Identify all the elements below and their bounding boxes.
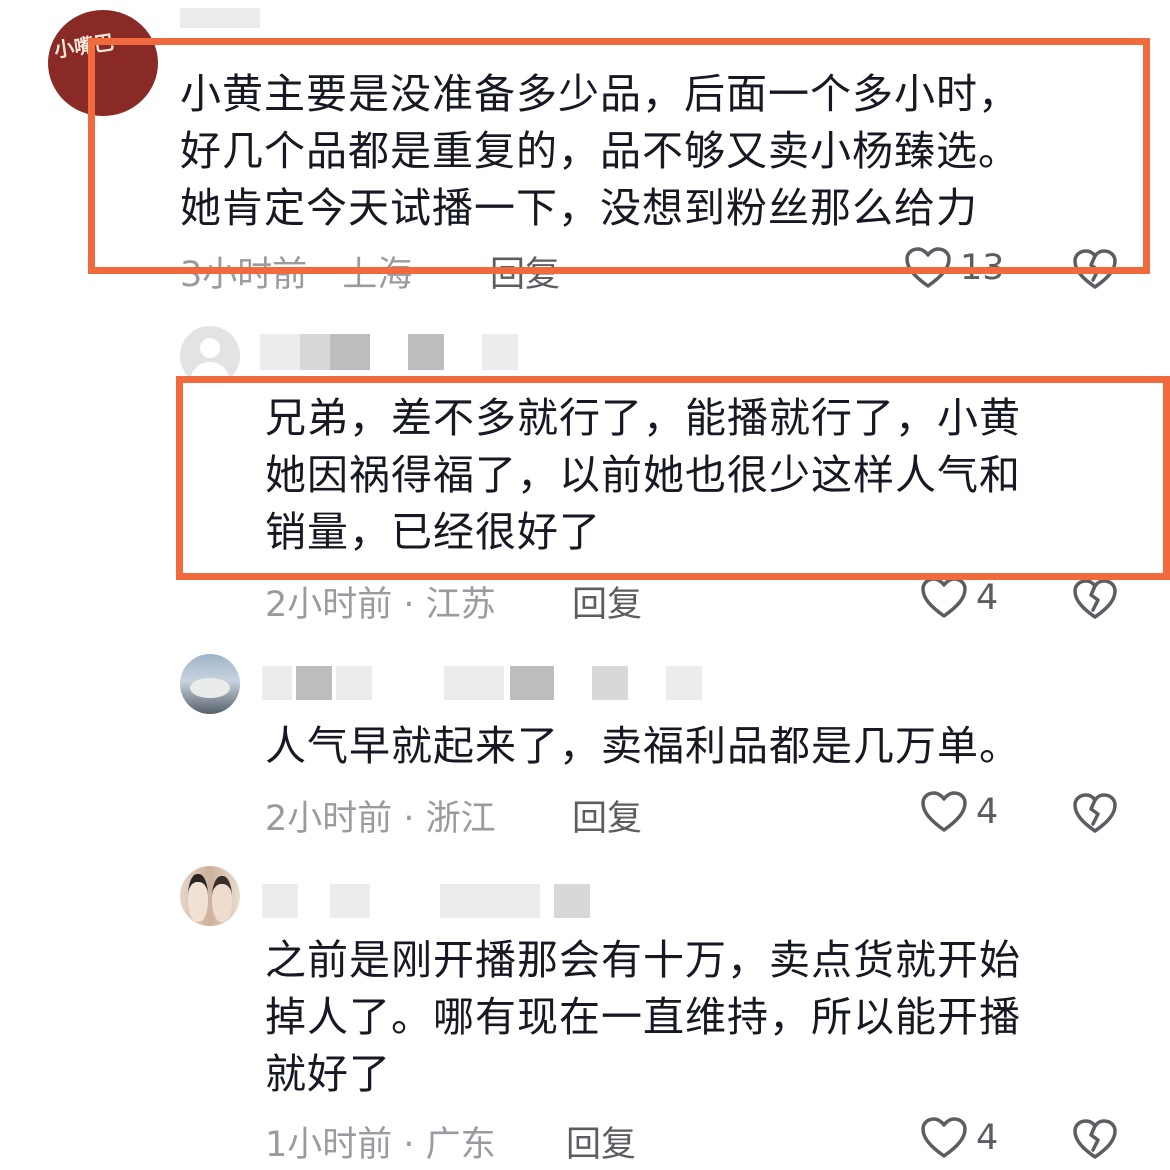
like-count: 4: [976, 792, 999, 832]
comment-meta: 3小时前 上海: [180, 246, 412, 297]
time-label: 1小时前: [265, 1125, 393, 1165]
comment-4: 之前是刚开播那会有十万，卖点货就开始 掉人了。哪有现在一直维持，所以能开播 就好…: [0, 862, 1170, 1170]
username-redacted: [330, 884, 370, 918]
time-label: 3小时前: [180, 255, 308, 295]
seal-image: [190, 678, 230, 698]
reply-button[interactable]: 回复: [490, 246, 560, 297]
comment-line: 小黄主要是没准备多少品，后面一个多小时，: [180, 70, 1020, 118]
avatar-logo: 小嘴巴: [52, 29, 116, 63]
username-redacted: [330, 334, 370, 370]
heart-outline-icon: [904, 246, 952, 290]
broken-heart-icon: [1072, 246, 1118, 292]
meta-separator: ·: [392, 799, 426, 839]
location-label: 广东: [425, 1125, 496, 1165]
like-count: 13: [960, 248, 1005, 288]
broken-heart-icon: [1072, 576, 1118, 622]
comment-line: 之前是刚开播那会有十万，卖点货就开始: [265, 936, 1021, 984]
username-redacted: [296, 666, 332, 700]
username-redacted: [336, 666, 372, 700]
comment-text: 之前是刚开播那会有十万，卖点货就开始 掉人了。哪有现在一直维持，所以能开播 就好…: [265, 932, 1145, 1103]
comment-line: 销量，已经很好了: [265, 508, 601, 556]
avatar[interactable]: 小嘴巴: [48, 10, 158, 116]
heart-outline-icon: [920, 790, 968, 834]
comment-1: 小嘴巴 小黄主要是没准备多少品，后面一个多小时， 好几个品都是重复的，品不够又卖…: [0, 0, 1170, 300]
reply-button[interactable]: 回复: [566, 1116, 636, 1167]
comment-line: 好几个品都是重复的，品不够又卖小杨臻选。: [180, 127, 1020, 175]
username-redacted: [262, 884, 298, 918]
face-image: [188, 874, 208, 922]
face-image: [212, 876, 232, 922]
like-button[interactable]: 4: [920, 576, 998, 620]
like-button[interactable]: 4: [920, 1116, 998, 1160]
meta-separator: ·: [392, 1125, 426, 1165]
dislike-button[interactable]: [1072, 576, 1118, 626]
reply-button[interactable]: 回复: [572, 790, 642, 841]
comment-meta: 2小时前 · 江苏: [265, 576, 496, 627]
comment-line: 兄弟，差不多就行了，能播就行了，小黄: [265, 394, 1021, 442]
comment-3: 人气早就起来了，卖福利品都是几万单。 2小时前 · 浙江 回复 4: [0, 650, 1170, 850]
like-button[interactable]: 4: [920, 790, 998, 834]
username-redacted: [180, 8, 260, 28]
username-redacted: [666, 666, 702, 700]
heart-outline-icon: [920, 576, 968, 620]
location-label: 上海: [342, 255, 413, 295]
reply-button[interactable]: 回复: [572, 576, 642, 627]
comment-meta: 1小时前 · 广东: [265, 1116, 496, 1167]
like-count: 4: [976, 578, 999, 618]
username-redacted: [440, 884, 540, 918]
comment-line: 她因祸得福了，以前她也很少这样人气和: [265, 451, 1021, 499]
location-label: 浙江: [425, 799, 496, 839]
comment-text: 小黄主要是没准备多少品，后面一个多小时， 好几个品都是重复的，品不够又卖小杨臻选…: [180, 66, 1100, 237]
username-redacted: [482, 334, 518, 370]
comment-line: 她肯定今天试播一下，没想到粉丝那么给力: [180, 184, 978, 232]
avatar[interactable]: [180, 654, 240, 714]
like-count: 4: [976, 1118, 999, 1158]
username-redacted: [260, 334, 300, 370]
username-redacted: [592, 666, 628, 700]
comment-text: 兄弟，差不多就行了，能播就行了，小黄 她因祸得福了，以前她也很少这样人气和 销量…: [265, 390, 1145, 561]
like-button[interactable]: 13: [904, 246, 1005, 290]
comment-meta: 2小时前 · 浙江: [265, 790, 496, 841]
broken-heart-icon: [1072, 1116, 1118, 1162]
heart-outline-icon: [920, 1116, 968, 1160]
user-placeholder-body: [190, 362, 230, 386]
username-redacted: [554, 884, 590, 918]
avatar[interactable]: [180, 326, 240, 386]
username-redacted: [408, 334, 444, 370]
comment-2: 兄弟，差不多就行了，能播就行了，小黄 她因祸得福了，以前她也很少这样人气和 销量…: [0, 320, 1170, 630]
broken-heart-icon: [1072, 790, 1118, 836]
username-redacted: [510, 666, 554, 700]
time-label: 2小时前: [265, 585, 393, 625]
meta-separator: ·: [392, 585, 426, 625]
username-redacted: [444, 666, 504, 700]
dislike-button[interactable]: [1072, 790, 1118, 840]
location-label: 江苏: [425, 585, 496, 625]
dislike-button[interactable]: [1072, 246, 1118, 296]
comment-line: 掉人了。哪有现在一直维持，所以能开播: [265, 993, 1021, 1041]
avatar[interactable]: [180, 866, 240, 926]
comment-line: 人气早就起来了，卖福利品都是几万单。: [265, 722, 1021, 770]
username-redacted: [300, 334, 330, 370]
user-placeholder-icon: [200, 338, 220, 358]
time-label: 2小时前: [265, 799, 393, 839]
dislike-button[interactable]: [1072, 1116, 1118, 1166]
comment-line: 就好了: [265, 1050, 391, 1098]
comment-text: 人气早就起来了，卖福利品都是几万单。: [265, 718, 1145, 775]
username-redacted: [262, 666, 292, 700]
